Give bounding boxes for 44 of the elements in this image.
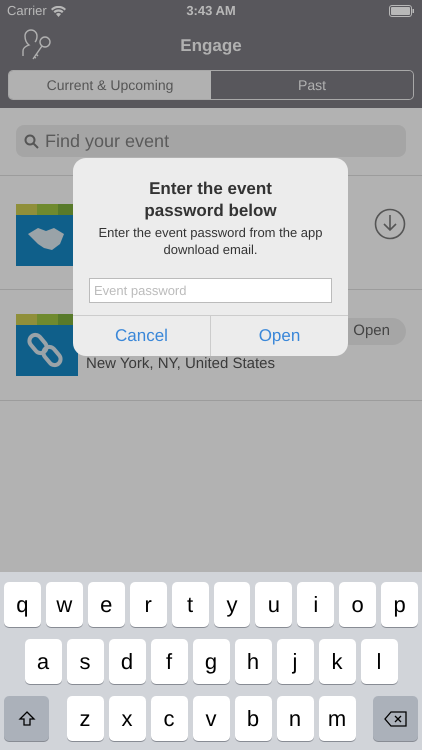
shift-key[interactable] bbox=[4, 696, 49, 741]
keyboard-key[interactable]: v bbox=[192, 696, 230, 741]
status-time: 3:43 AM bbox=[186, 2, 236, 20]
keyboard-key[interactable]: j bbox=[276, 639, 314, 684]
delete-key[interactable] bbox=[373, 696, 418, 741]
header-title: Engage bbox=[180, 35, 242, 58]
keyboard-key[interactable]: c bbox=[150, 696, 188, 741]
keyboard-key[interactable]: m bbox=[318, 696, 356, 741]
download-icon[interactable] bbox=[374, 208, 406, 240]
keyboard-key[interactable]: t bbox=[172, 582, 208, 627]
keyboard-key[interactable]: h bbox=[234, 639, 272, 684]
keyboard-key[interactable]: a bbox=[24, 639, 62, 684]
keyboard-key[interactable]: l bbox=[360, 639, 398, 684]
keyboard-key[interactable]: p bbox=[381, 582, 418, 627]
keyboard-key[interactable]: e bbox=[88, 582, 125, 627]
keyboard-key[interactable]: k bbox=[318, 639, 356, 684]
search-icon bbox=[24, 134, 39, 148]
keyboard-key[interactable]: b bbox=[234, 696, 272, 741]
keyboard-key[interactable]: u bbox=[255, 582, 292, 627]
keyboard-key[interactable]: f bbox=[150, 639, 188, 684]
search-field[interactable]: Find your event bbox=[45, 128, 398, 154]
keyboard-key[interactable]: d bbox=[108, 639, 146, 684]
keyboard-key[interactable]: s bbox=[66, 639, 104, 684]
backspace-icon bbox=[384, 710, 408, 726]
dialog-message: Enter the event password from the app download email. bbox=[97, 224, 324, 258]
keyboard-key[interactable]: y bbox=[214, 582, 250, 627]
event-location: New York, NY, United States bbox=[86, 354, 276, 374]
shift-icon bbox=[18, 710, 36, 728]
battery-icon bbox=[389, 5, 415, 17]
carrier-label: Carrier bbox=[7, 2, 47, 20]
search-bar[interactable]: Find your event bbox=[16, 125, 406, 157]
wifi-icon bbox=[50, 6, 66, 16]
keyboard-key[interactable]: o bbox=[339, 582, 376, 627]
keyboard-key[interactable]: z bbox=[66, 696, 104, 741]
dialog-title: Enter the event password below bbox=[143, 178, 278, 222]
keyboard-key[interactable]: g bbox=[192, 639, 230, 684]
chain-link-tile-icon bbox=[16, 314, 78, 376]
keyboard-key[interactable]: x bbox=[108, 696, 146, 741]
keyboard-key[interactable]: w bbox=[46, 582, 83, 627]
keyboard-key[interactable]: i bbox=[297, 582, 334, 627]
keyboard-key[interactable]: q bbox=[4, 582, 41, 627]
keyboard-key[interactable]: n bbox=[276, 696, 314, 741]
keyboard-key[interactable]: r bbox=[130, 582, 167, 627]
password-field[interactable]: Event password bbox=[89, 278, 332, 303]
